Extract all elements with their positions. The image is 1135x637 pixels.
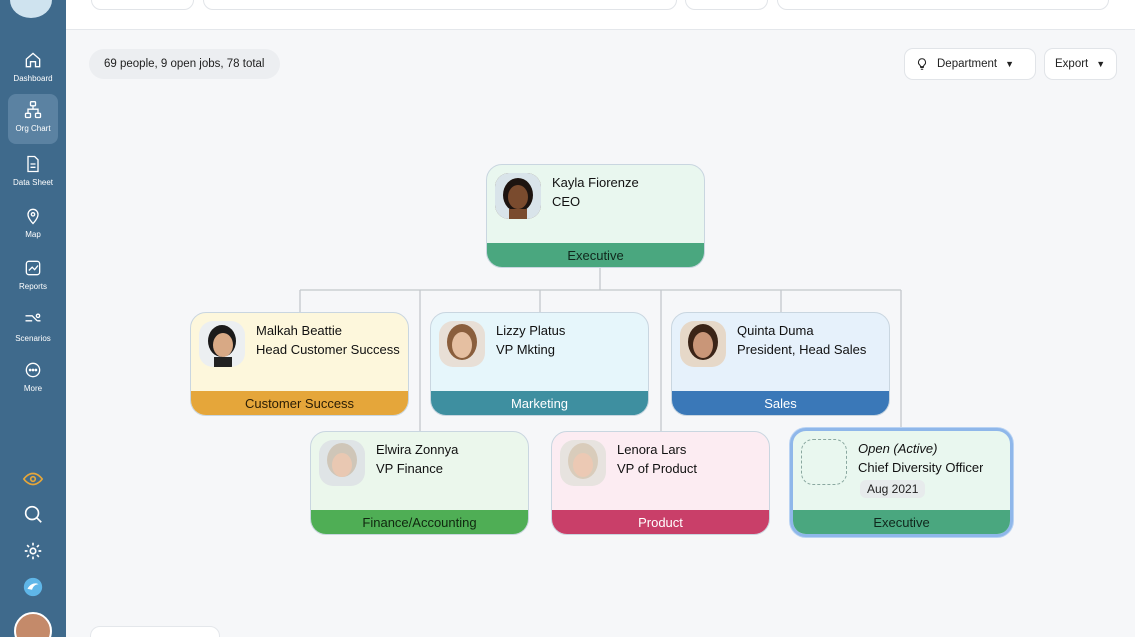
department-bar: Customer Success [191, 391, 408, 415]
person-photo [495, 173, 541, 219]
org-card-marketing[interactable]: Lizzy Platus VP Mkting Marketing [430, 312, 649, 416]
org-card-customer-success[interactable]: Malkah Beattie Head Customer Success Cus… [190, 312, 409, 416]
person-photo [439, 321, 485, 367]
person-name: Lenora Lars [617, 442, 687, 457]
org-card-sales[interactable]: Quinta Duma President, Head Sales Sales [671, 312, 890, 416]
org-card-ceo[interactable]: Kayla Fiorenze CEO Executive [486, 164, 705, 268]
org-card-product[interactable]: Lenora Lars VP of Product Product [551, 431, 770, 535]
person-name: Elwira Zonnya [376, 442, 459, 457]
person-name: Lizzy Platus [496, 323, 566, 338]
person-title: President, Head Sales [737, 342, 867, 357]
department-bar: Marketing [431, 391, 648, 415]
person-photo [560, 440, 606, 486]
org-card-finance[interactable]: Elwira Zonnya VP Finance Finance/Account… [310, 431, 529, 535]
person-photo [199, 321, 245, 367]
person-title: VP Mkting [496, 342, 556, 357]
person-name: Quinta Duma [737, 323, 814, 338]
person-photo [680, 321, 726, 367]
department-bar: Product [552, 510, 769, 534]
org-card-open-job[interactable]: Open (Active) Chief Diversity Officer Au… [790, 428, 1013, 537]
empty-photo-placeholder [801, 439, 847, 485]
person-name: Malkah Beattie [256, 323, 342, 338]
person-photo [319, 440, 365, 486]
person-title: Chief Diversity Officer [858, 460, 984, 475]
person-title: CEO [552, 194, 581, 209]
department-bar: Executive [793, 510, 1010, 534]
person-title: VP Finance [376, 461, 443, 476]
zoom-toolbar[interactable] [90, 626, 220, 637]
open-job-status: Open (Active) [858, 441, 938, 456]
department-bar: Sales [672, 391, 889, 415]
person-title: VP of Product [617, 461, 697, 476]
department-bar: Executive [487, 243, 704, 267]
app-window: Dashboard Org Chart Data Sheet Map Repor… [0, 0, 1135, 637]
open-date-badge: Aug 2021 [860, 480, 926, 498]
department-bar: Finance/Accounting [311, 510, 528, 534]
person-name: Kayla Fiorenze [552, 175, 639, 190]
person-title: Head Customer Success [256, 342, 400, 357]
